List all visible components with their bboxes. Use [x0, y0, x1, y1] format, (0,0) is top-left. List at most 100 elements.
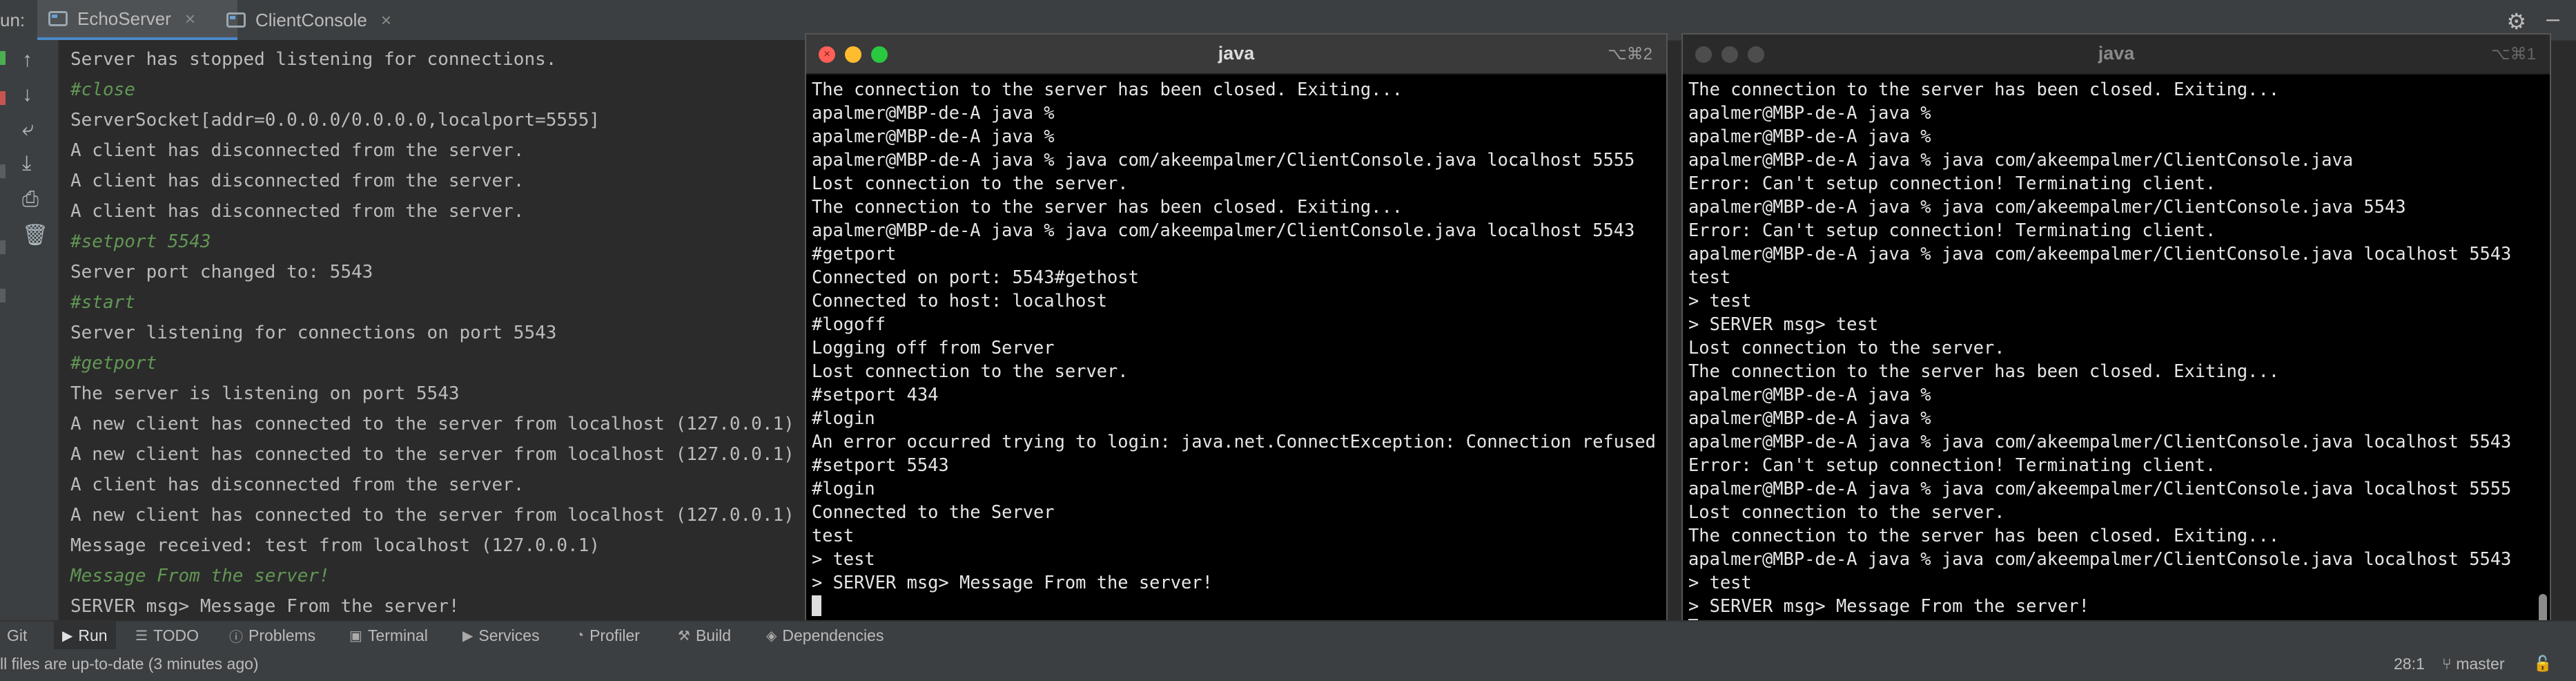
- window-shortcut: ⌥⌘2: [1607, 45, 1652, 64]
- rerun-icon[interactable]: [0, 51, 6, 65]
- scrollbar-thumb[interactable]: [2539, 594, 2547, 620]
- terminal-line: apalmer@MBP-de-A java %: [812, 126, 1055, 146]
- tool-label: Build: [695, 626, 732, 644]
- close-icon[interactable]: ×: [381, 10, 391, 31]
- dependencies-icon: ◈: [766, 628, 777, 644]
- terminal-line: apalmer@MBP-de-A java % java com/akeempa…: [1688, 548, 2512, 569]
- terminal-line: The connection to the server has been cl…: [1688, 79, 2280, 99]
- terminal-line: #setport 5543: [812, 454, 949, 475]
- console-output-line: A client has disconnected from the serve…: [70, 474, 525, 495]
- tool-label: Git: [7, 626, 28, 644]
- terminal-line: > SERVER msg> Message From the server!: [812, 572, 1213, 593]
- console-command-line: #close: [70, 79, 135, 100]
- console-output-line: ServerSocket[addr=0.0.0.0/0.0.0.0,localp…: [70, 110, 601, 131]
- run-console[interactable]: Server has stopped listening for connect…: [59, 40, 812, 620]
- stop-icon[interactable]: [0, 91, 6, 105]
- terminal-line: > SERVER msg> test: [1688, 314, 1879, 334]
- tool-profiler[interactable]: ◔ Profiler: [569, 622, 647, 649]
- git-branch[interactable]: ⑂ master: [2442, 655, 2505, 673]
- terminal-line: Lost connection to the server.: [812, 361, 1129, 381]
- todo-icon: ☰: [135, 628, 148, 644]
- tool-git[interactable]: Git: [0, 622, 34, 649]
- tool-terminal[interactable]: ▣ Terminal: [342, 622, 435, 649]
- terminal-line: apalmer@MBP-de-A java % java com/akeempa…: [812, 149, 1635, 170]
- console-command-line: #start: [70, 292, 135, 313]
- terminal-line: #logoff: [812, 314, 886, 334]
- terminal-line: apalmer@MBP-de-A java %: [1688, 407, 1931, 428]
- terminal-line: The connection to the server has been cl…: [1688, 361, 2280, 381]
- tool-problems[interactable]: ⓘ Problems: [222, 622, 322, 649]
- down-arrow-icon[interactable]: ↓: [22, 84, 32, 105]
- console-output-line: A client has disconnected from the serve…: [70, 201, 525, 222]
- terminal-line: > test: [1688, 290, 1752, 311]
- status-bar: ll files are up-to-date (3 minutes ago) …: [0, 649, 2576, 681]
- tool-window-bar: Git ▶ Run ☰ TODO ⓘ Problems ▣ Terminal ▶…: [0, 620, 2576, 649]
- console-output-line: SERVER msg> Message From the server!: [70, 596, 460, 617]
- terminal-title-bar[interactable]: java ⌥⌘1: [1683, 35, 2550, 75]
- tab-clientconsole[interactable]: ClientConsole ×: [215, 0, 422, 40]
- terminal-line: apalmer@MBP-de-A java % java com/akeempa…: [1688, 431, 2512, 452]
- window-shortcut: ⌥⌘1: [2490, 45, 2536, 64]
- terminal-line: > test: [812, 548, 875, 569]
- terminal-title: java: [1218, 43, 1255, 64]
- text-cursor: [812, 595, 821, 616]
- tool-label: Run: [78, 626, 108, 644]
- terminal-title-bar[interactable]: × java ⌥⌘2: [806, 35, 1666, 75]
- console-output-line: A new client has connected to the server…: [70, 505, 794, 526]
- terminal-line: Connected to the Server: [812, 501, 1055, 522]
- gear-icon[interactable]: ⚙: [2506, 8, 2526, 35]
- tool-label: Services: [478, 626, 540, 644]
- terminal-line: Lost connection to the server.: [1688, 501, 2005, 522]
- terminal-line: apalmer@MBP-de-A java % java com/akeempa…: [1688, 478, 2512, 499]
- tab-label: EchoServer: [77, 8, 171, 29]
- soft-wrap-icon[interactable]: ⤶: [22, 119, 34, 140]
- terminal-output[interactable]: The connection to the server has been cl…: [806, 75, 1666, 620]
- tool-services[interactable]: ▶ Services: [456, 622, 547, 649]
- terminal-line: Error: Can't setup connection! Terminati…: [1688, 454, 2216, 475]
- more-icon[interactable]: [0, 289, 6, 303]
- tab-label: ClientConsole: [255, 9, 367, 30]
- status-message[interactable]: ll files are up-to-date (3 minutes ago): [0, 655, 259, 673]
- terminal-line: test: [812, 525, 855, 546]
- scroll-to-end-icon[interactable]: ⤓: [22, 153, 31, 174]
- tool-todo[interactable]: ☰ TODO: [128, 622, 206, 649]
- build-icon: ⚒: [678, 628, 690, 644]
- tool-label: Dependencies: [782, 626, 884, 644]
- console-output-line: Server listening for connections on port…: [70, 323, 557, 343]
- trash-icon[interactable]: 🗑: [22, 225, 48, 246]
- tab-echoserver[interactable]: EchoServer ×: [37, 0, 237, 40]
- terminal-line: test: [1688, 267, 1731, 287]
- terminal-line: apalmer@MBP-de-A java % java com/akeempa…: [1688, 196, 2406, 217]
- minimize-icon[interactable]: –: [2546, 6, 2559, 32]
- tool-run[interactable]: ▶ Run: [54, 622, 116, 649]
- console-output-line: Server port changed to: 5543: [70, 262, 373, 282]
- tool-label: TODO: [153, 626, 199, 644]
- pin-icon[interactable]: [0, 240, 6, 254]
- tool-label: Problems: [248, 626, 316, 644]
- terminal-output[interactable]: The connection to the server has been cl…: [1683, 75, 2550, 620]
- lock-icon[interactable]: 🔓: [2533, 655, 2552, 673]
- terminal-line: apalmer@MBP-de-A java % java com/akeempa…: [1688, 243, 2512, 264]
- terminal-window-java-2[interactable]: × java ⌥⌘2 The connection to the server …: [805, 33, 1668, 622]
- cursor-position[interactable]: 28:1: [2394, 655, 2425, 673]
- up-arrow-icon[interactable]: ↑: [22, 50, 32, 70]
- terminal-line: The connection to the server has been cl…: [812, 196, 1403, 217]
- restore-layout-icon[interactable]: [0, 164, 6, 178]
- terminal-line: The connection to the server has been cl…: [1688, 525, 2280, 546]
- terminal-line: #setport 434: [812, 384, 939, 405]
- tool-build[interactable]: ⚒ Build: [671, 622, 738, 649]
- terminal-window-java-1[interactable]: java ⌥⌘1 The connection to the server ha…: [1681, 33, 2551, 622]
- console-command-line: #getport: [70, 353, 157, 374]
- print-icon[interactable]: ⎙: [22, 189, 39, 210]
- terminal-line: Logging off from Server: [812, 337, 1055, 358]
- console-output-line: A client has disconnected from the serve…: [70, 140, 525, 161]
- tool-dependencies[interactable]: ◈ Dependencies: [759, 622, 890, 649]
- terminal-line: > SERVER msg> Message From the server!: [1688, 595, 2089, 616]
- profiler-icon: ◔: [576, 627, 585, 643]
- terminal-line: apalmer@MBP-de-A java %: [1688, 384, 1931, 405]
- console-command-line: Message From the server!: [70, 566, 330, 586]
- close-icon[interactable]: ×: [185, 8, 195, 30]
- terminal-line: apalmer@MBP-de-A java % java com/akeempa…: [1688, 149, 2354, 170]
- terminal-title: java: [2098, 43, 2135, 64]
- console-command-line: #setport 5543: [70, 231, 211, 252]
